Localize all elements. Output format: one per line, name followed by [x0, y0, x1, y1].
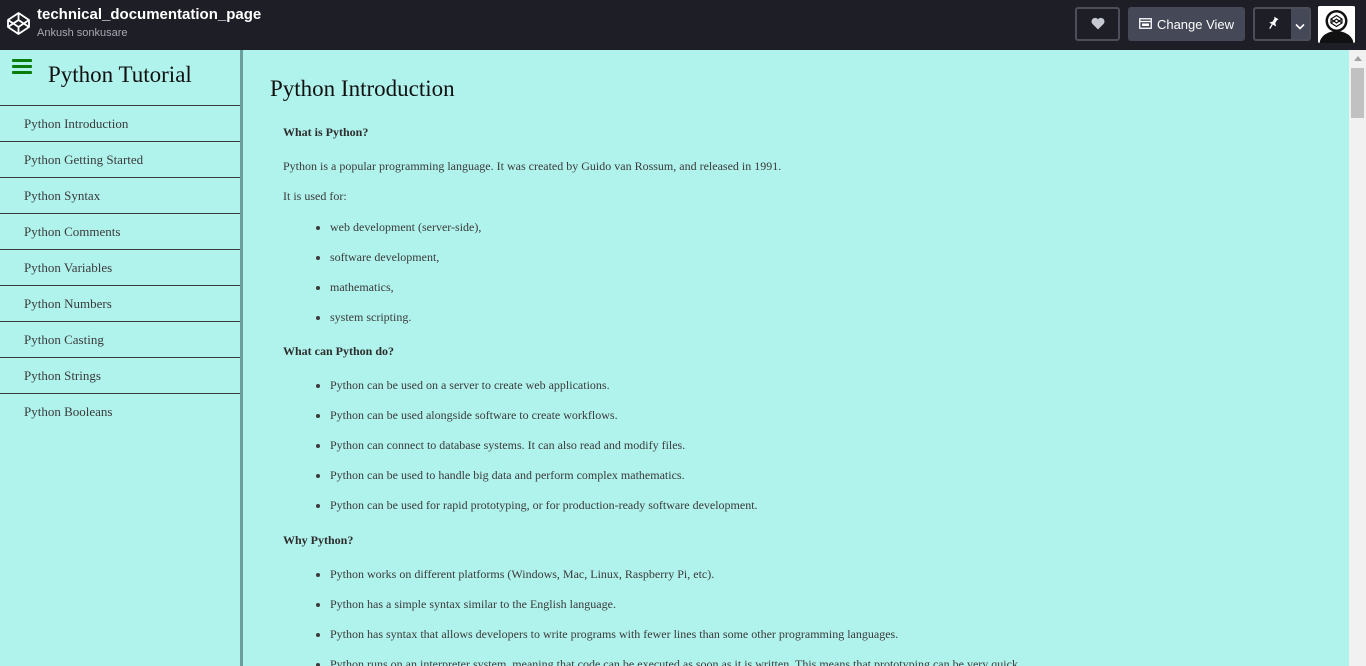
list-item: Python can be used on a server to create… — [330, 377, 1333, 393]
pin-button[interactable] — [1255, 9, 1291, 39]
sidebar-item-python-booleans[interactable]: Python Booleans — [0, 394, 240, 430]
pen-author[interactable]: Ankush sonkusare — [37, 27, 128, 39]
layout-icon — [1139, 17, 1152, 32]
sidebar-item-python-casting[interactable]: Python Casting — [0, 322, 240, 358]
section-heading: What can Python do? — [283, 344, 395, 358]
list-item: Python works on different platforms (Win… — [330, 566, 1333, 582]
list-item: Python can connect to database systems. … — [330, 437, 1333, 453]
pin-icon — [1267, 15, 1279, 34]
pin-dropdown-button[interactable] — [1291, 9, 1309, 39]
sidebar-item-python-numbers[interactable]: Python Numbers — [0, 286, 240, 322]
list-item: mathematics, — [330, 279, 1333, 295]
sidebar-nav: Python Tutorial Python Introduction Pyth… — [0, 50, 240, 666]
user-avatar[interactable] — [1318, 6, 1355, 43]
scrollbar-thumb[interactable] — [1351, 68, 1364, 118]
bullet-list: Python works on different platforms (Win… — [283, 566, 1333, 666]
sidebar-item-python-syntax[interactable]: Python Syntax — [0, 178, 240, 214]
list-item: Python can be used to handle big data an… — [330, 467, 1333, 483]
list-item: Python can be used for rapid prototyping… — [330, 497, 1333, 513]
change-view-label: Change View — [1156, 16, 1235, 32]
section-heading: What is Python? — [283, 125, 369, 139]
heart-icon — [1090, 15, 1105, 34]
pin-button-group — [1253, 7, 1311, 41]
list-item: software development, — [330, 249, 1333, 265]
sidebar-item-python-comments[interactable]: Python Comments — [0, 214, 240, 250]
chevron-down-icon — [1295, 15, 1305, 34]
sidebar-item-python-variables[interactable]: Python Variables — [0, 250, 240, 286]
hamburger-menu-icon[interactable] — [12, 59, 32, 75]
list-item: Python runs on an interpreter system, me… — [330, 656, 1333, 666]
list-item: Python has syntax that allows developers… — [330, 626, 1333, 642]
paragraph: Python is a popular programming language… — [283, 159, 782, 173]
sidebar-item-python-introduction[interactable]: Python Introduction — [0, 106, 240, 142]
sidebar-item-python-getting-started[interactable]: Python Getting Started — [0, 142, 240, 178]
scroll-up-arrow-icon[interactable] — [1349, 50, 1366, 67]
top-bar: technical_documentation_page Ankush sonk… — [0, 0, 1366, 50]
vertical-scrollbar[interactable] — [1349, 50, 1366, 666]
list-item: web development (server-side), — [330, 219, 1333, 235]
bullet-list: Python can be used on a server to create… — [283, 377, 1333, 513]
list-item: Python has a simple syntax similar to th… — [330, 596, 1333, 612]
section-heading: Why Python? — [283, 533, 354, 547]
bullet-list: web development (server-side), software … — [283, 219, 1333, 325]
change-view-button[interactable]: Change View — [1128, 7, 1245, 41]
list-item: system scripting. — [330, 309, 1333, 325]
sidebar-item-python-strings[interactable]: Python Strings — [0, 358, 240, 394]
page-title: Python Introduction — [270, 76, 455, 101]
codepen-logo-icon[interactable] — [6, 11, 31, 36]
main-doc: Python Introduction What is Python? Pyth… — [243, 50, 1349, 666]
list-item: Python can be used alongside software to… — [330, 407, 1333, 423]
nav-list: Python Introduction Python Getting Start… — [0, 105, 240, 430]
sidebar-title: Python Tutorial — [48, 62, 192, 87]
pen-title[interactable]: technical_documentation_page — [37, 6, 261, 23]
doc-content: What is Python? Python is a popular prog… — [283, 124, 1333, 666]
like-button[interactable] — [1075, 7, 1120, 41]
paragraph: It is used for: — [283, 189, 347, 203]
